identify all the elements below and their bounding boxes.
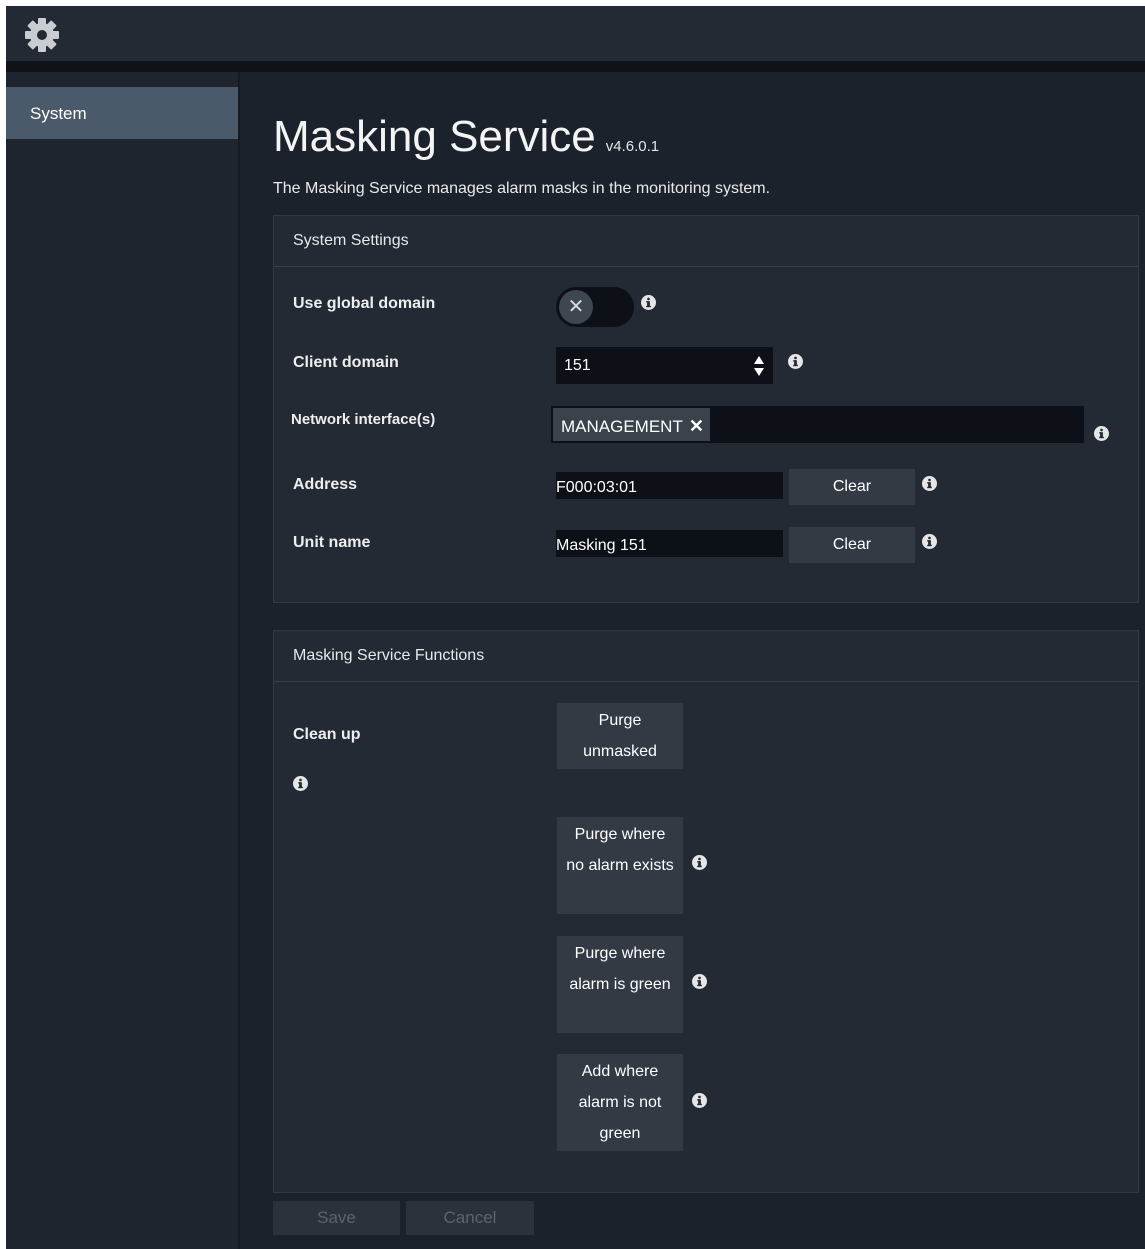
info-icon[interactable]: [1094, 426, 1109, 441]
tag-label: MANAGEMENT: [561, 417, 683, 436]
purge-unmasked-button[interactable]: Purge unmasked: [557, 703, 683, 769]
unit-name-input[interactable]: [556, 530, 783, 557]
info-icon[interactable]: [293, 776, 308, 791]
sidebar: System: [6, 72, 238, 1249]
app-window: System Masking Service v4.6.0.1 The Maski…: [6, 6, 1145, 1249]
address-clear-button[interactable]: Clear: [789, 469, 915, 505]
info-icon[interactable]: [922, 534, 937, 549]
info-icon[interactable]: [641, 295, 656, 310]
info-icon[interactable]: [692, 855, 707, 870]
info-icon[interactable]: [692, 1093, 707, 1108]
network-interfaces-input[interactable]: MANAGEMENT ✕: [551, 406, 1084, 443]
use-global-domain-label: Use global domain: [293, 295, 436, 312]
remove-tag-icon[interactable]: ✕: [689, 416, 704, 436]
info-icon[interactable]: [692, 974, 707, 989]
page-title: Masking Service v4.6.0.1: [273, 112, 659, 162]
save-button[interactable]: Save: [273, 1201, 400, 1235]
network-interfaces-label: Network interface(s): [291, 411, 436, 428]
address-label: Address: [293, 476, 358, 493]
client-domain-label: Client domain: [293, 354, 399, 371]
info-icon[interactable]: [922, 476, 937, 491]
masking-functions-heading: Masking Service Functions: [274, 631, 1138, 682]
sidebar-item-system[interactable]: System: [6, 87, 238, 139]
info-icon[interactable]: [788, 354, 803, 369]
cancel-button[interactable]: Cancel: [406, 1201, 534, 1235]
network-interface-tag: MANAGEMENT ✕: [553, 408, 710, 441]
up-down-arrows-icon[interactable]: [753, 355, 765, 377]
purge-no-alarm-button[interactable]: Purge where no alarm exists: [557, 817, 683, 914]
masking-functions-panel: Masking Service Functions Clean up Purge…: [273, 630, 1139, 1193]
unit-name-clear-button[interactable]: Clear: [789, 527, 915, 563]
add-alarm-not-green-button[interactable]: Add where alarm is not green: [557, 1054, 683, 1151]
page-description: The Masking Service manages alarm masks …: [273, 180, 771, 197]
unit-name-label: Unit name: [293, 534, 371, 551]
toggle-off-icon: ✕: [559, 290, 593, 324]
version-label: v4.6.0.1: [605, 138, 660, 155]
use-global-domain-toggle[interactable]: ✕: [556, 287, 634, 327]
page-title-text: Masking Service: [273, 112, 596, 161]
system-settings-heading: System Settings: [274, 216, 1138, 267]
top-bar-separator: [6, 61, 1145, 72]
sidebar-divider: [238, 72, 240, 1249]
address-input[interactable]: [556, 472, 783, 499]
client-domain-value: 151: [564, 357, 591, 374]
top-bar: [6, 6, 1145, 61]
gear-icon[interactable]: [24, 17, 60, 53]
clean-up-label: Clean up: [293, 726, 361, 743]
client-domain-stepper[interactable]: 151: [556, 347, 773, 384]
system-settings-panel: System Settings Use global domain ✕ Clie…: [273, 215, 1139, 603]
purge-alarm-green-button[interactable]: Purge where alarm is green: [557, 936, 683, 1033]
